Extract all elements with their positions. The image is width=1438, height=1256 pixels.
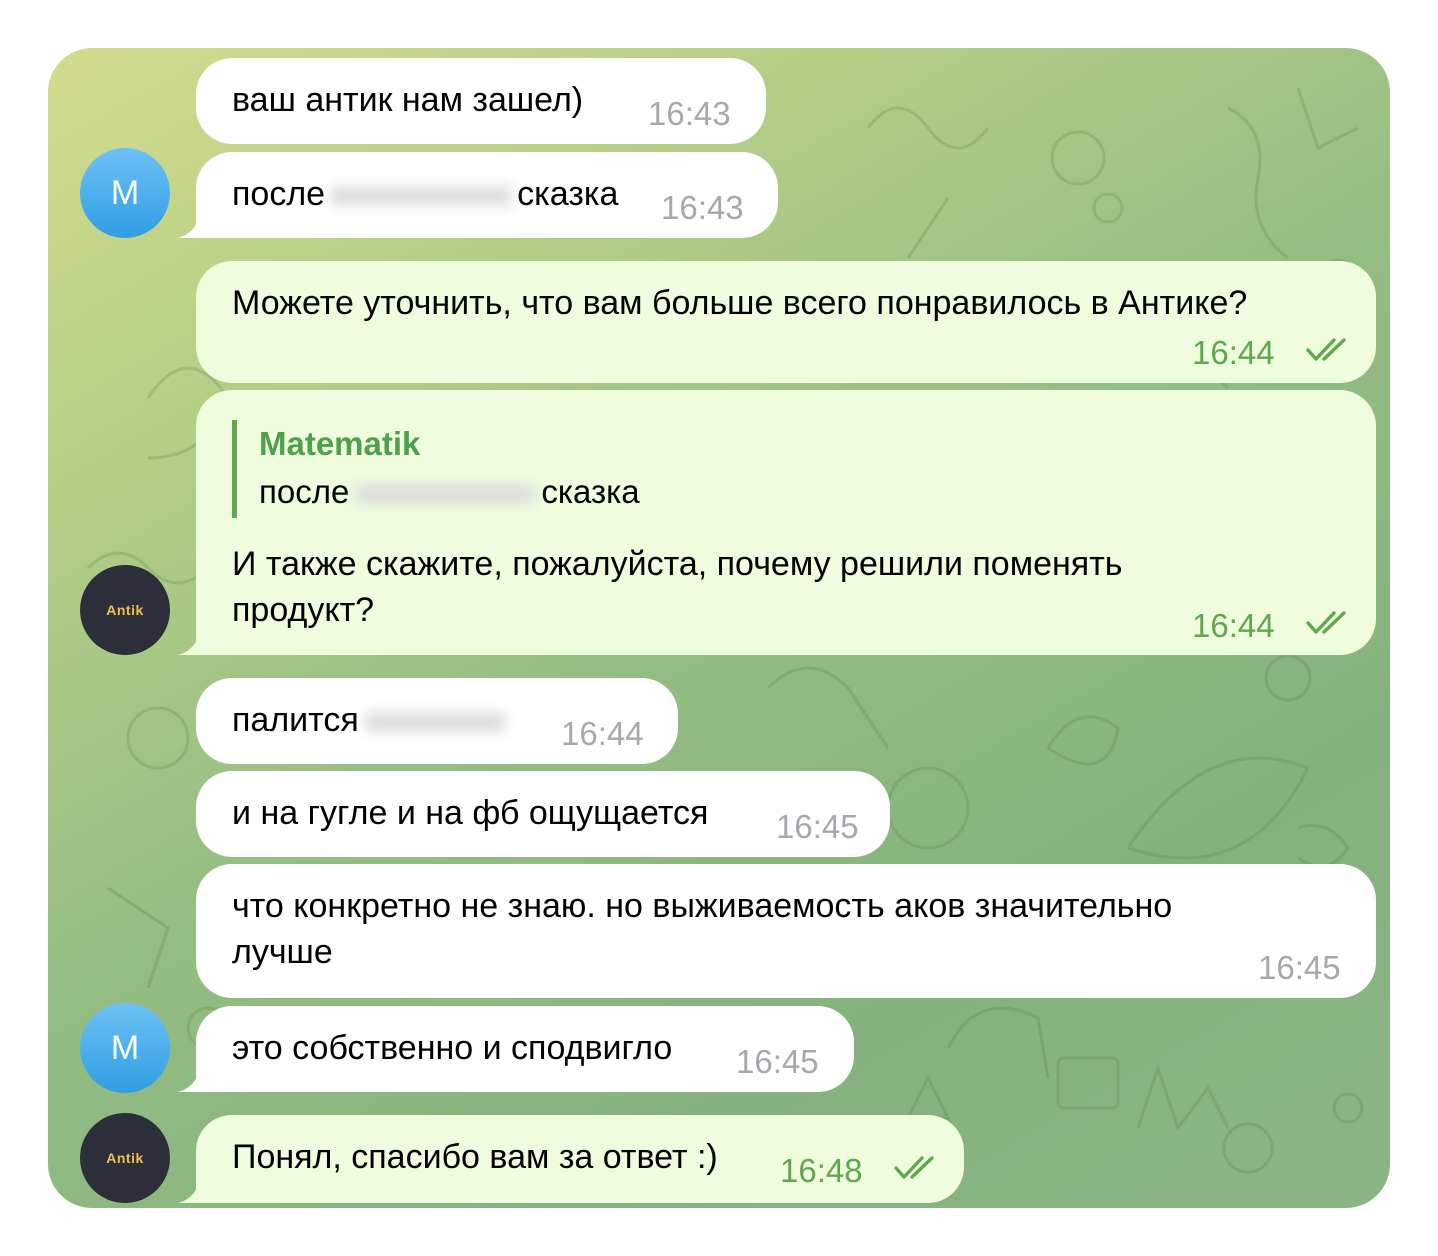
message-time: 16:43 <box>661 189 744 226</box>
incoming-message-bubble[interactable]: палится 16:44 <box>196 678 678 764</box>
antik-avatar[interactable]: Antik <box>80 1113 170 1203</box>
incoming-message-bubble[interactable]: что конкретно не знаю. но выживаемость а… <box>196 864 1376 998</box>
message-text: после сказка <box>232 170 618 218</box>
message-text: Понял, спасибо вам за ответ :) <box>232 1138 718 1176</box>
bubble-tail <box>178 1070 200 1092</box>
message-text: это собственно и сподвигло <box>232 1029 673 1067</box>
message-time: 16:45 <box>776 808 859 845</box>
read-checkmarks-icon <box>1306 611 1346 634</box>
message-text-line: продукт? <box>232 591 375 629</box>
blurred-text <box>331 186 512 207</box>
message-text-after: сказка <box>517 175 619 213</box>
message-time: 16:45 <box>736 1043 819 1080</box>
outgoing-message-bubble[interactable]: Matematik после сказка И также скажите, п… <box>196 390 1376 655</box>
outgoing-message-bubble[interactable]: Можете уточнить, что вам больше всего по… <box>196 261 1376 383</box>
blurred-text <box>355 484 536 505</box>
incoming-message-bubble[interactable]: это собственно и сподвигло 16:45 <box>196 1006 854 1092</box>
message-text-before: палится <box>232 701 359 739</box>
chat-panel: ваш антик нам зашел) 16:43 после сказка 1… <box>48 48 1390 1208</box>
bubble-tail <box>178 633 200 655</box>
incoming-message-bubble[interactable]: после сказка 16:43 <box>196 152 778 238</box>
reply-text-after: сказка <box>541 473 640 510</box>
message-time: 16:44 <box>561 715 644 752</box>
message-text: палится <box>232 696 511 744</box>
user-avatar[interactable]: M <box>80 1003 170 1093</box>
message-text-line: лучше <box>232 933 333 971</box>
message-time: 16:44 <box>1192 334 1275 371</box>
message-time: 16:45 <box>1258 949 1341 986</box>
message-text: и на гугле и на фб ощущается <box>232 794 709 832</box>
bubble-tail <box>178 216 200 238</box>
message-time: 16:44 <box>1192 607 1275 644</box>
message-time: 16:48 <box>780 1152 863 1189</box>
antik-avatar[interactable]: Antik <box>80 565 170 655</box>
blurred-text <box>364 712 505 733</box>
message-time: 16:43 <box>648 95 731 132</box>
incoming-message-bubble[interactable]: и на гугле и на фб ощущается 16:45 <box>196 771 890 857</box>
message-text: ваш антик нам зашел) <box>232 81 584 119</box>
reply-text: после сказка <box>259 468 640 516</box>
message-text: Можете уточнить, что вам больше всего по… <box>232 284 1248 322</box>
message-text-before: после <box>232 175 326 213</box>
reply-author: Matematik <box>259 425 421 462</box>
message-text-line: И также скажите, пожалуйста, почему реши… <box>232 545 1123 583</box>
reply-quote[interactable]: Matematik после сказка <box>232 420 640 518</box>
incoming-message-bubble[interactable]: ваш антик нам зашел) 16:43 <box>196 58 766 144</box>
reply-text-before: после <box>259 473 350 510</box>
read-checkmarks-icon <box>894 1156 934 1179</box>
message-text-line: что конкретно не знаю. но выживаемость а… <box>232 887 1173 925</box>
user-avatar[interactable]: M <box>80 148 170 238</box>
read-checkmarks-icon <box>1306 338 1346 361</box>
bubble-tail <box>178 1181 200 1203</box>
outgoing-message-bubble[interactable]: Понял, спасибо вам за ответ :) 16:48 <box>196 1115 964 1203</box>
